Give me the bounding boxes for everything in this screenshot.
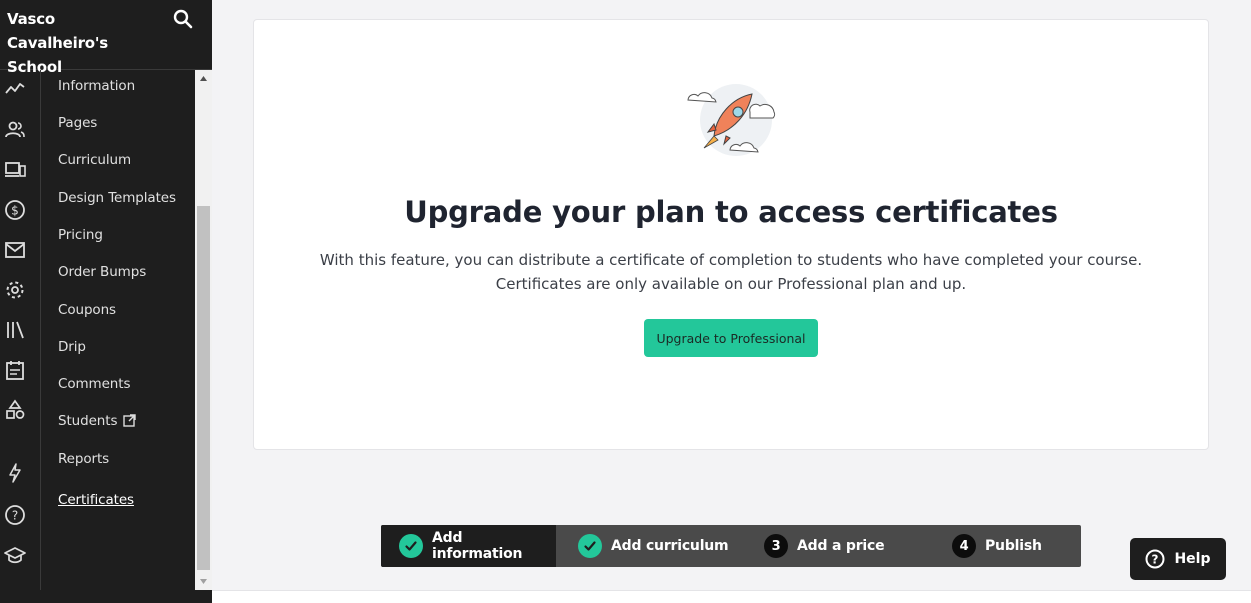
course-menu: Information Pages Curriculum Design Temp… [42, 70, 195, 590]
step-add-curriculum[interactable]: Add curriculum [578, 525, 729, 567]
devices-icon[interactable] [4, 159, 26, 181]
question-mark-icon: ? [1145, 549, 1165, 569]
help-circle-icon[interactable]: ? [4, 504, 26, 526]
upgrade-card: Upgrade your plan to access certificates… [253, 19, 1209, 450]
step-add-a-price[interactable]: 3 Add a price [764, 525, 885, 567]
step-publish[interactable]: 4 Publish [952, 525, 1042, 567]
step-label: Publish [985, 538, 1042, 554]
svg-text:?: ? [1152, 553, 1159, 567]
check-icon [578, 534, 602, 558]
menu-item-information[interactable]: Information [58, 78, 135, 94]
lightning-icon[interactable] [4, 462, 26, 484]
step-label: Add information [432, 530, 523, 562]
menu-item-certificates[interactable]: Certificates [58, 492, 134, 508]
sidebar-footer [0, 590, 212, 603]
page-title: Upgrade your plan to access certificates [404, 195, 1058, 229]
menu-item-coupons[interactable]: Coupons [58, 302, 116, 318]
stats-icon[interactable] [4, 78, 26, 100]
svg-text:$: $ [11, 204, 19, 218]
description-line-2: Certificates are only available on our P… [495, 275, 967, 293]
check-icon [399, 534, 423, 558]
step-add-information[interactable]: Add information [381, 525, 556, 567]
school-name[interactable]: Vasco Cavalheiro's School [7, 7, 157, 79]
help-label: Help [1174, 551, 1211, 567]
step-number: 4 [952, 534, 976, 558]
menu-item-students-label: Students [58, 413, 118, 429]
library-icon[interactable] [4, 319, 26, 341]
upgrade-to-professional-button[interactable]: Upgrade to Professional [644, 319, 818, 357]
menu-item-curriculum[interactable]: Curriculum [58, 152, 131, 168]
step-label: Add curriculum [611, 538, 729, 554]
graduation-cap-icon[interactable] [4, 544, 26, 566]
description-line-1: With this feature, you can distribute a … [319, 251, 1143, 269]
mail-icon[interactable] [4, 239, 26, 261]
menu-item-pricing[interactable]: Pricing [58, 227, 103, 243]
menu-item-pages[interactable]: Pages [58, 115, 97, 131]
course-setup-steps: Add information Add curriculum 3 Add a p… [381, 525, 1081, 567]
search-icon[interactable] [172, 8, 194, 30]
sidebar: Vasco Cavalheiro's School $ ? Informatio… [0, 0, 212, 603]
footer-strip [212, 590, 1251, 603]
scroll-thumb[interactable] [197, 206, 210, 570]
step-number: 3 [764, 534, 788, 558]
rocket-illustration [686, 78, 780, 164]
external-link-icon [123, 414, 137, 431]
menu-item-reports[interactable]: Reports [58, 451, 109, 467]
icon-rail: $ ? [0, 70, 41, 603]
dollar-icon[interactable]: $ [4, 199, 26, 221]
scroll-down-arrow-icon[interactable] [195, 573, 212, 590]
feature-description: With this feature, you can distribute a … [254, 248, 1208, 296]
sidebar-scrollbar[interactable] [195, 70, 212, 590]
shapes-icon[interactable] [4, 399, 26, 421]
menu-item-order-bumps[interactable]: Order Bumps [58, 264, 146, 280]
scroll-up-arrow-icon[interactable] [195, 70, 212, 87]
step-label: Add a price [797, 538, 885, 554]
menu-item-design-templates[interactable]: Design Templates [58, 190, 176, 206]
gear-icon[interactable] [4, 279, 26, 301]
school-header: Vasco Cavalheiro's School [0, 0, 212, 76]
users-icon[interactable] [4, 119, 26, 141]
help-button[interactable]: ? Help [1130, 538, 1226, 580]
menu-item-drip[interactable]: Drip [58, 339, 86, 355]
menu-item-comments[interactable]: Comments [58, 376, 130, 392]
calendar-icon[interactable] [4, 359, 26, 381]
svg-text:?: ? [12, 509, 18, 523]
menu-item-students[interactable]: Students [58, 413, 137, 431]
